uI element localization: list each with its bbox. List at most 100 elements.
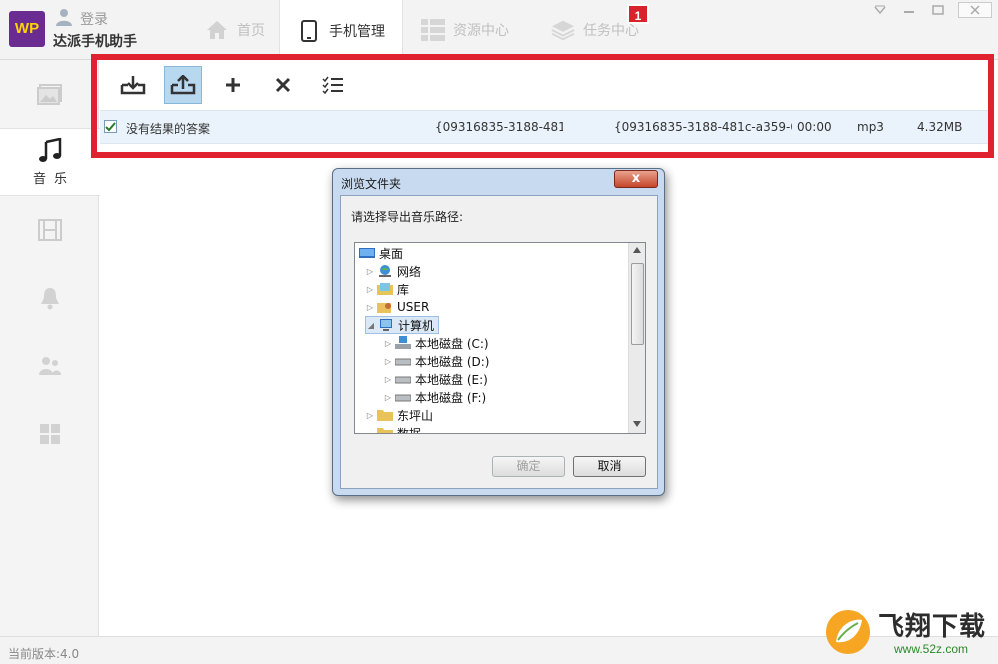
scrollbar-thumb[interactable] [631,263,644,345]
tree-item-drive-f[interactable]: ▷ 本地磁盘 (F:) [383,388,486,406]
photo-icon [36,84,62,105]
tree-item-label: 桌面 [379,246,404,261]
select-all-button[interactable] [314,66,352,104]
sidebar-item-ringtones[interactable] [0,264,99,332]
tree-item-label: 东坪山 [397,408,434,423]
tree-item-drive-d[interactable]: ▷ 本地磁盘 (D:) [383,352,490,370]
collapse-arrow-icon[interactable]: ◢ [366,321,376,330]
tree-scrollbar[interactable] [628,243,645,433]
version-label: 当前版本:4.0 [8,647,80,661]
expand-arrow-icon[interactable]: ▷ [383,393,393,402]
sidebar-item-apps[interactable] [0,400,99,468]
tab-resources-label: 资源中心 [453,23,509,39]
tree-item-network[interactable]: ▷ 网络 [365,262,421,280]
expand-arrow-icon[interactable]: ▷ [365,303,375,312]
tree-item-label: 库 [397,282,410,297]
dialog-prompt: 请选择导出音乐路径: [351,210,464,224]
desktop-icon [359,246,375,260]
cancel-button[interactable]: 取消 [573,456,646,477]
tree-item-library[interactable]: ▷ 库 [365,280,409,298]
tree-item-drive-c[interactable]: ▷ 本地磁盘 (C:) [383,334,489,352]
folder-tree: 桌面 ▷ 网络 ▷ 库 ▷ USER ◢ 计算机 ▷ 本地磁盘 (C:) ▷ 本… [354,242,646,434]
export-icon [170,75,196,95]
close-icon[interactable] [958,2,992,18]
maximize-icon[interactable] [927,2,949,18]
song-title: 没有结果的答案 [126,122,211,136]
phone-icon [297,19,321,43]
drive-icon [394,372,412,386]
expand-arrow-icon[interactable]: ▷ [365,411,375,420]
film-icon [37,219,62,241]
export-button[interactable] [164,66,202,104]
computer-icon [378,318,394,332]
task-count-badge: 1 [627,4,649,24]
sidebar: 音乐 [0,60,100,636]
song-duration: 00:00 [797,120,832,134]
user-folder-icon [377,300,393,314]
tree-item-label: 数据 [397,426,422,434]
import-button[interactable] [114,66,152,104]
sidebar-item-video[interactable] [0,196,99,264]
sidebar-item-music[interactable]: 音乐 [0,128,100,196]
scroll-down-icon[interactable] [633,421,641,427]
delete-button[interactable] [264,66,302,104]
dropdown-menu-icon[interactable] [869,2,891,18]
watermark-text: 飞翔下载 [878,612,987,642]
add-icon [226,78,240,92]
table-row[interactable]: 没有结果的答案 {09316835-3188-481c-a3! {0931683… [100,110,988,144]
tree-item-desktop[interactable]: 桌面 [357,244,403,262]
drive-icon [394,354,412,368]
app-logo: WP [9,11,45,47]
tree-item-label: 本地磁盘 (E:) [415,372,488,387]
tree-item-label: 计算机 [398,318,435,333]
app-name: 达派手机助手 [53,34,137,50]
sidebar-item-photos[interactable] [0,60,99,128]
delete-icon [275,77,291,93]
expand-arrow-icon[interactable]: ▷ [365,267,375,276]
sidebar-item-music-label: 音乐 [32,171,75,187]
minimize-icon[interactable] [898,2,920,18]
tab-phone-manage[interactable]: 手机管理 [279,0,403,61]
tree-item-drive-e[interactable]: ▷ 本地磁盘 (E:) [383,370,488,388]
song-artist: {09316835-3188-481c-a3! [435,120,563,134]
expand-arrow-icon[interactable]: ▷ [383,339,393,348]
tree-item-label: 本地磁盘 (C:) [415,336,489,351]
dialog-close-button[interactable]: x [614,170,658,188]
site-watermark: 飞翔下载 www.52z.com [822,604,994,662]
leaf-logo-icon [826,610,870,654]
home-icon [205,18,229,42]
expand-arrow-icon[interactable]: ▷ [365,285,375,294]
tab-home-label: 首页 [237,23,265,39]
expand-arrow-icon[interactable]: ▷ [383,375,393,384]
tree-item-data[interactable]: 数据 [375,424,422,434]
song-album: {09316835-3188-481c-a359-0f8d2a! [614,120,792,134]
contacts-icon [38,357,61,375]
dialog-body: 请选择导出音乐路径: 桌面 ▷ 网络 ▷ 库 ▷ USER ◢ 计算机 ▷ 本地… [340,195,658,489]
login-link[interactable]: 登录 [80,9,108,29]
tab-home[interactable]: 首页 [190,0,280,60]
tree-item-computer[interactable]: ◢ 计算机 [365,316,440,334]
tree-item-user[interactable]: ▷ USER [365,298,429,316]
user-icon[interactable] [54,7,74,27]
tab-phone-manage-label: 手机管理 [329,23,385,40]
song-format: mp3 [857,120,884,134]
expand-arrow-icon[interactable]: ▷ [383,357,393,366]
drive-icon [394,390,412,404]
music-toolbar [100,60,990,108]
top-bar: WP 登录 达派手机助手 首页 手机管理 资源中心 任务中心 1 [0,0,998,61]
watermark-url: www.52z.com [894,642,969,656]
browse-folder-dialog: 浏览文件夹 x 请选择导出音乐路径: 桌面 ▷ 网络 ▷ 库 ▷ USER ◢ … [332,168,665,496]
tree-item-label: 网络 [397,264,422,279]
library-icon [377,282,393,296]
song-size: 4.32MB [917,120,963,134]
row-checkbox[interactable] [104,120,117,133]
tree-item-label: 本地磁盘 (F:) [415,390,487,405]
tab-resources[interactable]: 资源中心 [410,0,520,60]
system-drive-icon [395,336,411,350]
sidebar-item-contacts[interactable] [0,332,99,400]
bell-icon [40,288,59,310]
scroll-up-icon[interactable] [633,247,641,253]
tree-item-folder[interactable]: ▷ 东坪山 [365,406,433,424]
add-button[interactable] [214,66,252,104]
ok-button[interactable]: 确定 [492,456,565,477]
